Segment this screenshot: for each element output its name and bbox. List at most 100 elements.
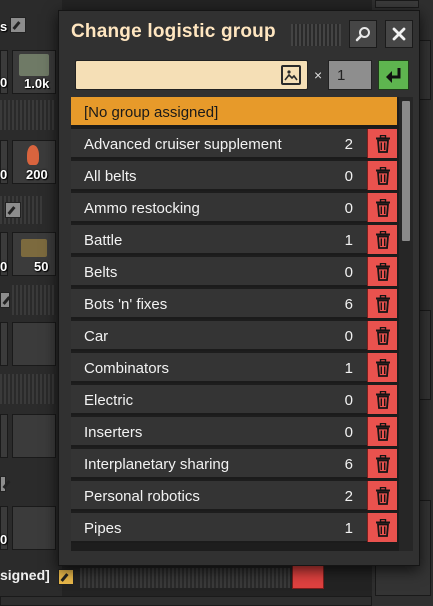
delete-group-button[interactable] [367, 353, 397, 382]
delete-group-button[interactable] [367, 417, 397, 446]
group-name: Personal robotics [84, 488, 200, 505]
enter-arrow-icon [385, 68, 400, 83]
group-name: Inserters [84, 424, 143, 441]
group-member-count: 6 [344, 456, 353, 473]
group-member-count: 1 [344, 232, 353, 249]
group-member-count: 0 [344, 392, 353, 409]
group-member-count: 0 [344, 328, 353, 345]
group-row[interactable]: Bots 'n' fixes 6 [71, 289, 397, 319]
delete-group-button[interactable] [367, 385, 397, 414]
item-crystal-icon [27, 145, 39, 165]
trash-icon [375, 454, 390, 473]
image-icon [284, 70, 298, 81]
delete-group-button[interactable] [367, 289, 397, 318]
bg-slot[interactable] [0, 414, 8, 458]
group-name: Belts [84, 264, 118, 281]
group-row[interactable]: Pipes 1 [71, 513, 397, 543]
bg-divider [80, 568, 290, 588]
search-icon [355, 27, 370, 42]
group-name: Bots 'n' fixes [84, 296, 168, 313]
bg-edit-icon[interactable] [0, 292, 10, 308]
bg-inventory-slot[interactable] [12, 414, 56, 458]
multiplier-input[interactable]: 1 [328, 60, 372, 90]
delete-group-button[interactable] [367, 193, 397, 222]
group-row[interactable]: Ammo restocking 0 [71, 193, 397, 223]
trash-icon [375, 486, 390, 505]
delete-group-button[interactable] [367, 449, 397, 478]
delete-group-button[interactable] [367, 481, 397, 510]
delete-group-button[interactable] [367, 513, 397, 542]
bg-divider [0, 374, 56, 404]
group-row[interactable]: Belts 0 [71, 257, 397, 287]
group-name: [No group assigned] [84, 104, 219, 121]
bg-stack-count: 1.0k [24, 76, 50, 91]
trash-icon [375, 262, 390, 281]
group-row[interactable]: Personal robotics 2 [71, 481, 397, 511]
trash-icon [375, 518, 390, 537]
bg-edit-icon[interactable] [10, 17, 26, 33]
bg-divider [12, 285, 56, 315]
group-name: Ammo restocking [84, 200, 200, 217]
group-name: Battle [84, 232, 123, 249]
group-member-count: 1 [344, 360, 353, 377]
confirm-button[interactable] [378, 60, 409, 90]
bg-delete-button[interactable] [292, 563, 324, 589]
group-row[interactable]: Interplanetary sharing 6 [71, 449, 397, 479]
bg-edit-icon[interactable] [5, 202, 21, 218]
change-logistic-group-dialog: Change logistic group × 1 Pipes 1 Personal… [58, 10, 420, 566]
delete-group-button[interactable] [367, 321, 397, 350]
search-button[interactable] [349, 20, 377, 48]
item-crate-icon [19, 54, 49, 76]
close-button[interactable] [385, 20, 413, 48]
bg-edit-icon[interactable] [0, 476, 6, 492]
bg-slot[interactable] [0, 322, 8, 366]
group-row[interactable]: Inserters 0 [71, 417, 397, 447]
list-scrollbar[interactable] [399, 97, 413, 551]
bg-inventory-slot[interactable] [12, 506, 56, 550]
group-member-count: 2 [344, 136, 353, 153]
logistic-group-list: Pipes 1 Personal robotics 2 Interplanetary s… [71, 97, 413, 551]
bg-fragment-text: s [0, 19, 8, 34]
group-name: Combinators [84, 360, 170, 377]
bg-edit-group-icon[interactable] [58, 569, 74, 585]
group-member-count: 0 [344, 168, 353, 185]
no-group-row[interactable]: [No group assigned] [71, 97, 397, 127]
trash-icon [375, 198, 390, 217]
delete-group-button[interactable] [367, 257, 397, 286]
group-member-count: 0 [344, 200, 353, 217]
bg-stack-count: 200 [26, 167, 48, 182]
bg-divider [0, 100, 56, 130]
group-row[interactable]: Combinators 1 [71, 353, 397, 383]
group-name: All belts [84, 168, 137, 185]
group-name: Advanced cruiser supplement [84, 136, 282, 153]
icon-picker-button[interactable] [281, 65, 301, 85]
title-drag-handle[interactable] [291, 24, 341, 46]
bg-stack-count: 0 [0, 532, 8, 547]
group-name: Car [84, 328, 109, 345]
scrollbar-thumb[interactable] [402, 101, 410, 241]
bg-slot[interactable] [375, 0, 419, 8]
group-name: Pipes [84, 520, 122, 537]
group-name-input[interactable] [75, 60, 308, 90]
bg-stack-count: 0 [0, 75, 8, 90]
delete-group-button[interactable] [367, 161, 397, 190]
group-row[interactable]: Advanced cruiser supplement 2 [71, 129, 397, 159]
group-name: Electric [84, 392, 134, 409]
bg-stack-count: 50 [34, 259, 49, 274]
group-row[interactable]: All belts 0 [71, 161, 397, 191]
multiplier-symbol: × [314, 67, 323, 83]
close-icon [392, 27, 406, 41]
bg-inventory-slot[interactable] [12, 322, 56, 366]
trash-icon [375, 422, 390, 441]
group-row[interactable]: Battle 1 [71, 225, 397, 255]
dialog-title: Change logistic group [71, 21, 276, 42]
bg-stack-count: 0 [0, 259, 8, 274]
group-member-count: 6 [344, 296, 353, 313]
item-machine-icon [21, 239, 47, 257]
bg-slot-row [0, 596, 372, 606]
delete-group-button[interactable] [367, 129, 397, 158]
group-name: Interplanetary sharing [84, 456, 230, 473]
delete-group-button[interactable] [367, 225, 397, 254]
group-row[interactable]: Electric 0 [71, 385, 397, 415]
group-row[interactable]: Car 0 [71, 321, 397, 351]
